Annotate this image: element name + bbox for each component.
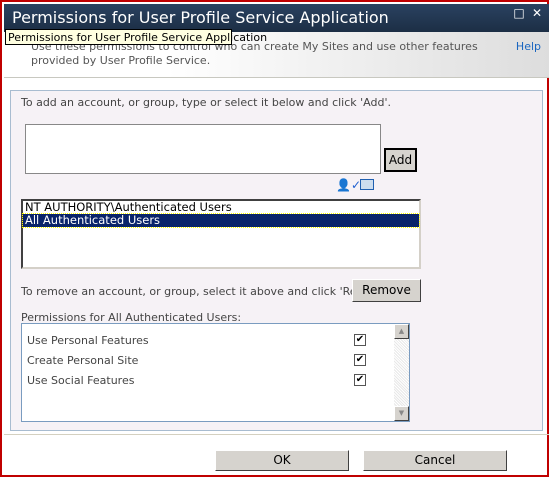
dialog-title: Permissions for User Profile Service App… — [12, 8, 389, 27]
use-social-features-checkbox[interactable]: ✔ — [354, 374, 366, 386]
remove-button[interactable]: Remove — [352, 279, 421, 302]
title-bar: Permissions for User Profile Service App… — [4, 4, 549, 32]
maximize-icon[interactable]: □ — [513, 7, 525, 19]
cancel-button[interactable]: Cancel — [363, 450, 507, 471]
browse-address-book-icon[interactable] — [360, 179, 374, 190]
permissions-list: Use Personal Features ✔ Create Personal … — [21, 323, 410, 422]
remove-instruction: To remove an account, or group, select i… — [21, 285, 394, 298]
close-icon[interactable]: ✕ — [531, 7, 543, 19]
tooltip: Permissions for User Profile Service App… — [5, 29, 267, 45]
account-input[interactable] — [25, 124, 381, 174]
create-personal-site-checkbox[interactable]: ✔ — [354, 354, 366, 366]
scroll-up-icon[interactable]: ▲ — [394, 324, 409, 339]
permission-label: Use Social Features — [27, 374, 135, 387]
dialog: Permissions for User Profile Service App… — [0, 0, 549, 477]
list-item-selected[interactable]: All Authenticated Users — [22, 213, 420, 228]
check-names-icon[interactable]: 👤✓ — [336, 178, 361, 192]
use-personal-features-checkbox[interactable]: ✔ — [354, 334, 366, 346]
permissions-panel: To add an account, or group, type or sel… — [10, 90, 543, 431]
scroll-down-icon[interactable]: ▼ — [394, 406, 409, 421]
help-link[interactable]: Help — [516, 40, 541, 53]
accounts-listbox[interactable]: NT AUTHORITY\Authenticated Users All Aut… — [21, 199, 421, 269]
permission-label: Create Personal Site — [27, 354, 139, 367]
permission-label: Use Personal Features — [27, 334, 149, 347]
scrollbar[interactable]: ▲ ▼ — [394, 324, 409, 421]
add-button[interactable]: Add — [384, 148, 417, 172]
ok-button[interactable]: OK — [215, 450, 349, 471]
add-instruction: To add an account, or group, type or sel… — [21, 96, 391, 109]
divider — [4, 434, 549, 435]
